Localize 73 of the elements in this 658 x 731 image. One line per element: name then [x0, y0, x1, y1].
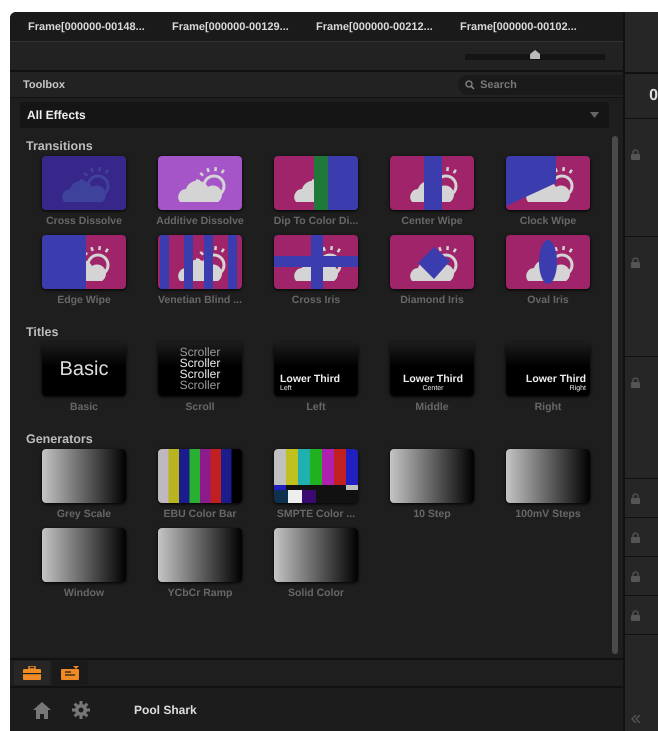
- transition-preview[interactable]: [506, 156, 590, 210]
- transition-preview[interactable]: [158, 235, 242, 289]
- effect-label: Edge Wipe: [57, 294, 111, 306]
- preview-text: Scroller: [180, 358, 220, 369]
- effect-label: Right: [534, 401, 562, 413]
- transition-preview[interactable]: [158, 156, 242, 210]
- transition-preview[interactable]: [390, 235, 474, 289]
- section-title: Titles: [26, 324, 60, 341]
- effect-label: 10 Step: [413, 508, 451, 520]
- panel-tab[interactable]: [14, 661, 50, 685]
- effect-label: Scroll: [185, 401, 215, 413]
- effect-label: Diamond Iris: [400, 294, 464, 306]
- effect-label: Left: [306, 401, 326, 413]
- project-name: Pool Shark: [134, 702, 197, 716]
- clip-name[interactable]: Frame[000000-00129...: [172, 20, 299, 32]
- effect-label: Center Wipe: [401, 215, 463, 227]
- tray-icon: [61, 666, 79, 680]
- color-bars-preview[interactable]: [274, 449, 358, 503]
- preview-text: Scroller: [180, 347, 220, 358]
- effect-label: Solid Color: [288, 587, 344, 599]
- transition-preview[interactable]: [274, 235, 358, 289]
- effect-label: Oval Iris: [527, 294, 569, 306]
- gradient-preview[interactable]: [506, 449, 590, 503]
- panel-tab[interactable]: [52, 661, 88, 685]
- effect-label: Window: [64, 587, 104, 599]
- transition-preview[interactable]: [506, 235, 590, 289]
- timecode-text: 0: [625, 74, 658, 119]
- transition-preview[interactable]: [390, 156, 474, 210]
- effect-label: EBU Color Bar: [164, 508, 236, 520]
- effect-label: SMPTE Color ...: [276, 508, 356, 520]
- search-icon: [465, 80, 476, 90]
- gradient-preview[interactable]: [158, 528, 242, 582]
- section-title: Generators: [26, 431, 94, 448]
- panel-title: Toolbox: [23, 78, 65, 90]
- color-bars-preview[interactable]: [158, 449, 242, 503]
- gradient-preview[interactable]: [390, 449, 474, 503]
- settings-icon[interactable]: [72, 700, 90, 718]
- effect-label: Venetian Blind ...: [158, 294, 242, 306]
- preview-text: Scroller: [180, 369, 220, 380]
- transition-preview[interactable]: [274, 156, 358, 210]
- title-preview[interactable]: Scroller Scroller Scroller Scroller: [158, 342, 242, 396]
- home-icon[interactable]: [32, 700, 52, 718]
- preview-text: Lower Third: [402, 374, 464, 385]
- section-title: Transitions: [26, 138, 94, 155]
- effect-label: Grey Scale: [56, 508, 112, 520]
- gradient-preview[interactable]: [42, 528, 126, 582]
- zoom-slider[interactable]: [465, 50, 606, 62]
- effect-label: Clock Wipe: [520, 215, 576, 227]
- preview-text: Lower Third: [526, 374, 586, 385]
- transition-preview[interactable]: [42, 235, 126, 289]
- preview-text: Scroller: [180, 380, 220, 391]
- preview-text: Lower Third: [280, 374, 340, 385]
- effect-label: Cross Iris: [292, 294, 340, 306]
- effect-label: YCbCr Ramp: [168, 587, 232, 599]
- effect-label: Basic: [70, 401, 98, 413]
- gradient-preview[interactable]: [274, 528, 358, 582]
- slider-thumb[interactable]: [530, 50, 540, 59]
- search-field[interactable]: Search: [458, 74, 624, 94]
- effect-label: Additive Dissolve: [156, 215, 244, 227]
- effect-label: Dip To Color Di...: [274, 215, 358, 227]
- title-preview[interactable]: Basic: [42, 342, 126, 396]
- preview-text: Basic: [60, 358, 108, 380]
- effect-label: Middle: [415, 401, 449, 413]
- effect-label: 100mV Steps: [515, 508, 581, 520]
- clip-name[interactable]: Frame[000000-00212...: [316, 20, 443, 32]
- clip-name[interactable]: Frame[000000-00148...: [28, 20, 155, 32]
- clip-name[interactable]: Frame[000000-00102...: [460, 20, 587, 32]
- scrollbar[interactable]: [612, 136, 618, 654]
- effect-label: Cross Dissolve: [46, 215, 122, 227]
- effects-dropdown[interactable]: All Effects: [20, 102, 610, 128]
- gradient-preview[interactable]: [42, 449, 126, 503]
- caret-icon: [590, 112, 600, 118]
- toolbox-icon: [23, 666, 41, 680]
